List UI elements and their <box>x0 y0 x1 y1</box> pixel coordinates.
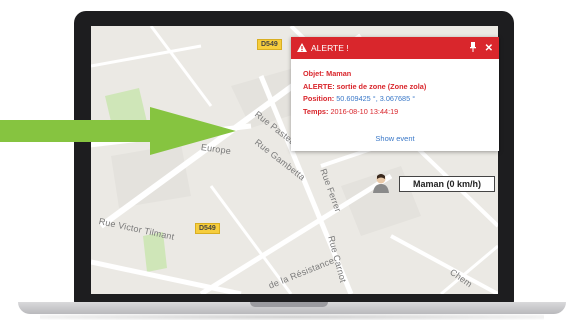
pin-icon[interactable] <box>469 41 476 55</box>
alert-row-time: Temps: 2016-08-10 13:44:19 <box>303 106 499 119</box>
person-marker-icon[interactable] <box>372 173 390 198</box>
laptop-notch <box>250 302 328 307</box>
alert-row-position: Position: 50.609425 °, 3.067685 ° <box>303 93 499 106</box>
time-label: Temps: <box>303 106 329 116</box>
alert-popup: ALERTE ! ✕ Objet: Maman ALERTE: sortie d… <box>291 37 499 151</box>
pointer-arrow <box>0 107 236 155</box>
position-value[interactable]: 50.609425 °, 3.067685 ° <box>336 94 415 103</box>
alert-type-value: sortie de zone (Zone zola) <box>336 81 427 91</box>
laptop-shadow <box>40 314 544 320</box>
alert-header: ALERTE ! ✕ <box>291 37 499 59</box>
road-shield: D549 <box>195 223 220 234</box>
alert-row-alert: ALERTE: sortie de zone (Zone zola) <box>303 81 499 94</box>
vehicle-label[interactable]: Maman (0 km/h) <box>399 176 495 192</box>
road-shield: D549 <box>257 39 282 50</box>
object-value: Maman <box>326 69 352 78</box>
alert-type-label: ALERTE: <box>303 81 335 91</box>
close-icon[interactable]: ✕ <box>485 43 493 54</box>
alert-row-object: Objet: Maman <box>303 68 499 81</box>
object-label: Objet: <box>303 69 325 78</box>
position-label: Position: <box>303 94 335 103</box>
alert-body: Objet: Maman ALERTE: sortie de zone (Zon… <box>291 59 499 118</box>
alert-title: ALERTE ! <box>311 43 349 53</box>
show-event-link[interactable]: Show event <box>291 134 499 143</box>
warning-icon <box>297 42 307 54</box>
time-value: 2016-08-10 13:44:19 <box>330 106 399 116</box>
